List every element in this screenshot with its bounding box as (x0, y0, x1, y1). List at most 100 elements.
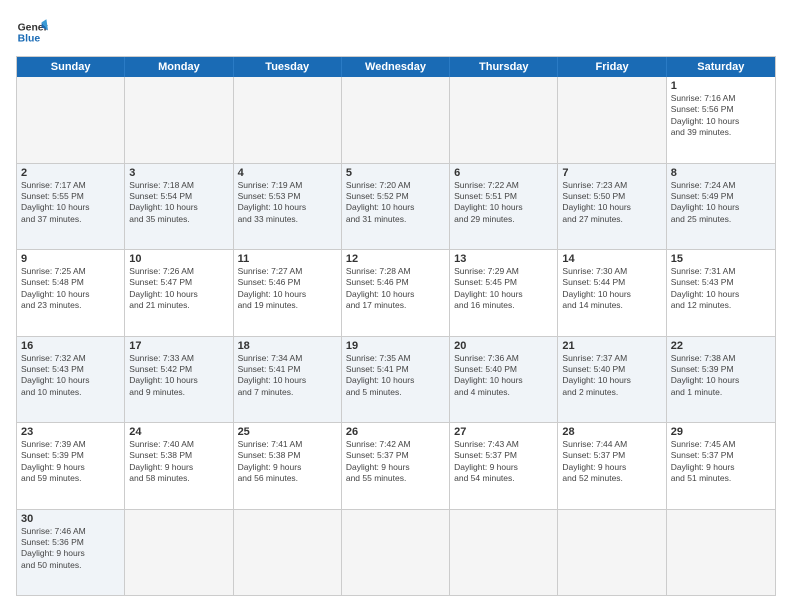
calendar-cell: 23Sunrise: 7:39 AM Sunset: 5:39 PM Dayli… (17, 423, 125, 509)
day-header: Wednesday (342, 57, 450, 77)
cell-info: Sunrise: 7:18 AM Sunset: 5:54 PM Dayligh… (129, 180, 228, 226)
calendar-cell: 1Sunrise: 7:16 AM Sunset: 5:56 PM Daylig… (667, 77, 775, 163)
calendar-cell: 13Sunrise: 7:29 AM Sunset: 5:45 PM Dayli… (450, 250, 558, 336)
calendar-cell: 9Sunrise: 7:25 AM Sunset: 5:48 PM Daylig… (17, 250, 125, 336)
cell-info: Sunrise: 7:43 AM Sunset: 5:37 PM Dayligh… (454, 439, 553, 485)
day-number: 5 (346, 167, 445, 179)
day-number: 19 (346, 340, 445, 352)
calendar-cell (667, 510, 775, 596)
calendar-cell: 19Sunrise: 7:35 AM Sunset: 5:41 PM Dayli… (342, 337, 450, 423)
day-number: 13 (454, 253, 553, 265)
cell-info: Sunrise: 7:32 AM Sunset: 5:43 PM Dayligh… (21, 353, 120, 399)
calendar-row: 16Sunrise: 7:32 AM Sunset: 5:43 PM Dayli… (17, 337, 775, 424)
calendar-cell: 6Sunrise: 7:22 AM Sunset: 5:51 PM Daylig… (450, 164, 558, 250)
calendar-cell (450, 510, 558, 596)
cell-info: Sunrise: 7:26 AM Sunset: 5:47 PM Dayligh… (129, 266, 228, 312)
day-number: 29 (671, 426, 771, 438)
svg-text:Blue: Blue (18, 34, 41, 45)
day-number: 30 (21, 513, 120, 525)
day-header: Friday (558, 57, 666, 77)
cell-info: Sunrise: 7:37 AM Sunset: 5:40 PM Dayligh… (562, 353, 661, 399)
day-number: 8 (671, 167, 771, 179)
calendar-row: 1Sunrise: 7:16 AM Sunset: 5:56 PM Daylig… (17, 77, 775, 164)
cell-info: Sunrise: 7:39 AM Sunset: 5:39 PM Dayligh… (21, 439, 120, 485)
day-number: 2 (21, 167, 120, 179)
calendar-cell: 29Sunrise: 7:45 AM Sunset: 5:37 PM Dayli… (667, 423, 775, 509)
cell-info: Sunrise: 7:36 AM Sunset: 5:40 PM Dayligh… (454, 353, 553, 399)
calendar-cell (17, 77, 125, 163)
calendar-cell: 27Sunrise: 7:43 AM Sunset: 5:37 PM Dayli… (450, 423, 558, 509)
day-number: 14 (562, 253, 661, 265)
day-number: 17 (129, 340, 228, 352)
calendar-cell: 4Sunrise: 7:19 AM Sunset: 5:53 PM Daylig… (234, 164, 342, 250)
calendar: SundayMondayTuesdayWednesdayThursdayFrid… (16, 56, 776, 596)
day-header: Monday (125, 57, 233, 77)
calendar-cell: 24Sunrise: 7:40 AM Sunset: 5:38 PM Dayli… (125, 423, 233, 509)
cell-info: Sunrise: 7:17 AM Sunset: 5:55 PM Dayligh… (21, 180, 120, 226)
day-number: 12 (346, 253, 445, 265)
calendar-cell: 12Sunrise: 7:28 AM Sunset: 5:46 PM Dayli… (342, 250, 450, 336)
cell-info: Sunrise: 7:35 AM Sunset: 5:41 PM Dayligh… (346, 353, 445, 399)
calendar-cell: 14Sunrise: 7:30 AM Sunset: 5:44 PM Dayli… (558, 250, 666, 336)
calendar-cell: 10Sunrise: 7:26 AM Sunset: 5:47 PM Dayli… (125, 250, 233, 336)
header: General Blue (16, 16, 776, 48)
calendar-cell: 22Sunrise: 7:38 AM Sunset: 5:39 PM Dayli… (667, 337, 775, 423)
day-number: 11 (238, 253, 337, 265)
cell-info: Sunrise: 7:22 AM Sunset: 5:51 PM Dayligh… (454, 180, 553, 226)
calendar-cell: 26Sunrise: 7:42 AM Sunset: 5:37 PM Dayli… (342, 423, 450, 509)
calendar-cell: 8Sunrise: 7:24 AM Sunset: 5:49 PM Daylig… (667, 164, 775, 250)
day-number: 27 (454, 426, 553, 438)
cell-info: Sunrise: 7:19 AM Sunset: 5:53 PM Dayligh… (238, 180, 337, 226)
calendar-header: SundayMondayTuesdayWednesdayThursdayFrid… (17, 57, 775, 77)
day-number: 3 (129, 167, 228, 179)
calendar-row: 23Sunrise: 7:39 AM Sunset: 5:39 PM Dayli… (17, 423, 775, 510)
calendar-cell: 5Sunrise: 7:20 AM Sunset: 5:52 PM Daylig… (342, 164, 450, 250)
cell-info: Sunrise: 7:33 AM Sunset: 5:42 PM Dayligh… (129, 353, 228, 399)
day-number: 15 (671, 253, 771, 265)
day-header: Saturday (667, 57, 775, 77)
cell-info: Sunrise: 7:41 AM Sunset: 5:38 PM Dayligh… (238, 439, 337, 485)
logo: General Blue (16, 16, 48, 48)
day-number: 25 (238, 426, 337, 438)
day-number: 10 (129, 253, 228, 265)
day-header: Sunday (17, 57, 125, 77)
day-number: 4 (238, 167, 337, 179)
cell-info: Sunrise: 7:44 AM Sunset: 5:37 PM Dayligh… (562, 439, 661, 485)
cell-info: Sunrise: 7:24 AM Sunset: 5:49 PM Dayligh… (671, 180, 771, 226)
calendar-body: 1Sunrise: 7:16 AM Sunset: 5:56 PM Daylig… (17, 77, 775, 595)
calendar-cell (125, 510, 233, 596)
cell-info: Sunrise: 7:29 AM Sunset: 5:45 PM Dayligh… (454, 266, 553, 312)
day-header: Tuesday (234, 57, 342, 77)
calendar-cell: 7Sunrise: 7:23 AM Sunset: 5:50 PM Daylig… (558, 164, 666, 250)
day-number: 16 (21, 340, 120, 352)
cell-info: Sunrise: 7:25 AM Sunset: 5:48 PM Dayligh… (21, 266, 120, 312)
cell-info: Sunrise: 7:40 AM Sunset: 5:38 PM Dayligh… (129, 439, 228, 485)
calendar-cell: 2Sunrise: 7:17 AM Sunset: 5:55 PM Daylig… (17, 164, 125, 250)
logo-icon: General Blue (16, 16, 48, 48)
calendar-cell: 21Sunrise: 7:37 AM Sunset: 5:40 PM Dayli… (558, 337, 666, 423)
calendar-cell (234, 77, 342, 163)
cell-info: Sunrise: 7:34 AM Sunset: 5:41 PM Dayligh… (238, 353, 337, 399)
calendar-row: 9Sunrise: 7:25 AM Sunset: 5:48 PM Daylig… (17, 250, 775, 337)
calendar-cell (450, 77, 558, 163)
day-number: 23 (21, 426, 120, 438)
calendar-cell: 11Sunrise: 7:27 AM Sunset: 5:46 PM Dayli… (234, 250, 342, 336)
day-number: 24 (129, 426, 228, 438)
calendar-cell (558, 77, 666, 163)
calendar-row: 30Sunrise: 7:46 AM Sunset: 5:36 PM Dayli… (17, 510, 775, 596)
cell-info: Sunrise: 7:30 AM Sunset: 5:44 PM Dayligh… (562, 266, 661, 312)
cell-info: Sunrise: 7:23 AM Sunset: 5:50 PM Dayligh… (562, 180, 661, 226)
calendar-cell: 16Sunrise: 7:32 AM Sunset: 5:43 PM Dayli… (17, 337, 125, 423)
cell-info: Sunrise: 7:38 AM Sunset: 5:39 PM Dayligh… (671, 353, 771, 399)
day-number: 9 (21, 253, 120, 265)
cell-info: Sunrise: 7:45 AM Sunset: 5:37 PM Dayligh… (671, 439, 771, 485)
cell-info: Sunrise: 7:46 AM Sunset: 5:36 PM Dayligh… (21, 526, 120, 572)
day-number: 22 (671, 340, 771, 352)
day-number: 6 (454, 167, 553, 179)
day-number: 26 (346, 426, 445, 438)
calendar-cell: 17Sunrise: 7:33 AM Sunset: 5:42 PM Dayli… (125, 337, 233, 423)
calendar-cell: 30Sunrise: 7:46 AM Sunset: 5:36 PM Dayli… (17, 510, 125, 596)
calendar-cell: 20Sunrise: 7:36 AM Sunset: 5:40 PM Dayli… (450, 337, 558, 423)
calendar-cell (125, 77, 233, 163)
day-number: 28 (562, 426, 661, 438)
